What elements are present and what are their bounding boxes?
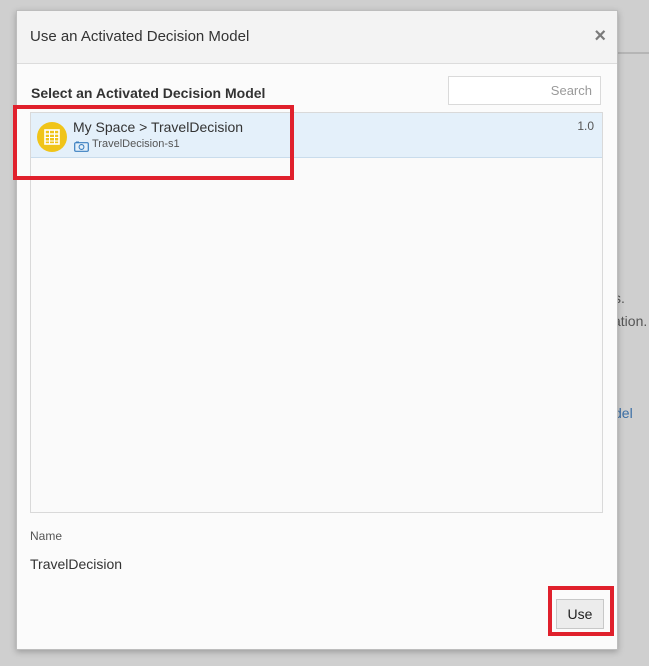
decision-table-icon xyxy=(37,122,67,152)
item-snapshot-name: TravelDecision-s1 xyxy=(92,138,180,150)
snapshot-camera-icon xyxy=(74,139,89,157)
item-title: My Space > TravelDecision xyxy=(73,119,244,135)
background-text-fragment: ation. xyxy=(613,313,648,329)
use-decision-model-dialog: Use an Activated Decision Model × Select… xyxy=(16,10,618,650)
list-item-decision-model[interactable]: My Space > TravelDecision TravelDecision… xyxy=(31,113,602,158)
decision-model-list[interactable]: My Space > TravelDecision TravelDecision… xyxy=(30,112,603,513)
close-icon[interactable]: × xyxy=(594,26,606,46)
name-label: Name xyxy=(30,529,63,543)
dialog-title: Use an Activated Decision Model xyxy=(30,28,250,45)
name-value: TravelDecision xyxy=(30,556,123,572)
use-button[interactable]: Use xyxy=(556,599,604,629)
search-input[interactable] xyxy=(448,76,601,105)
item-version: 1.0 xyxy=(577,119,594,133)
section-title: Select an Activated Decision Model xyxy=(31,85,266,101)
dialog-header: Use an Activated Decision Model × xyxy=(17,11,617,64)
